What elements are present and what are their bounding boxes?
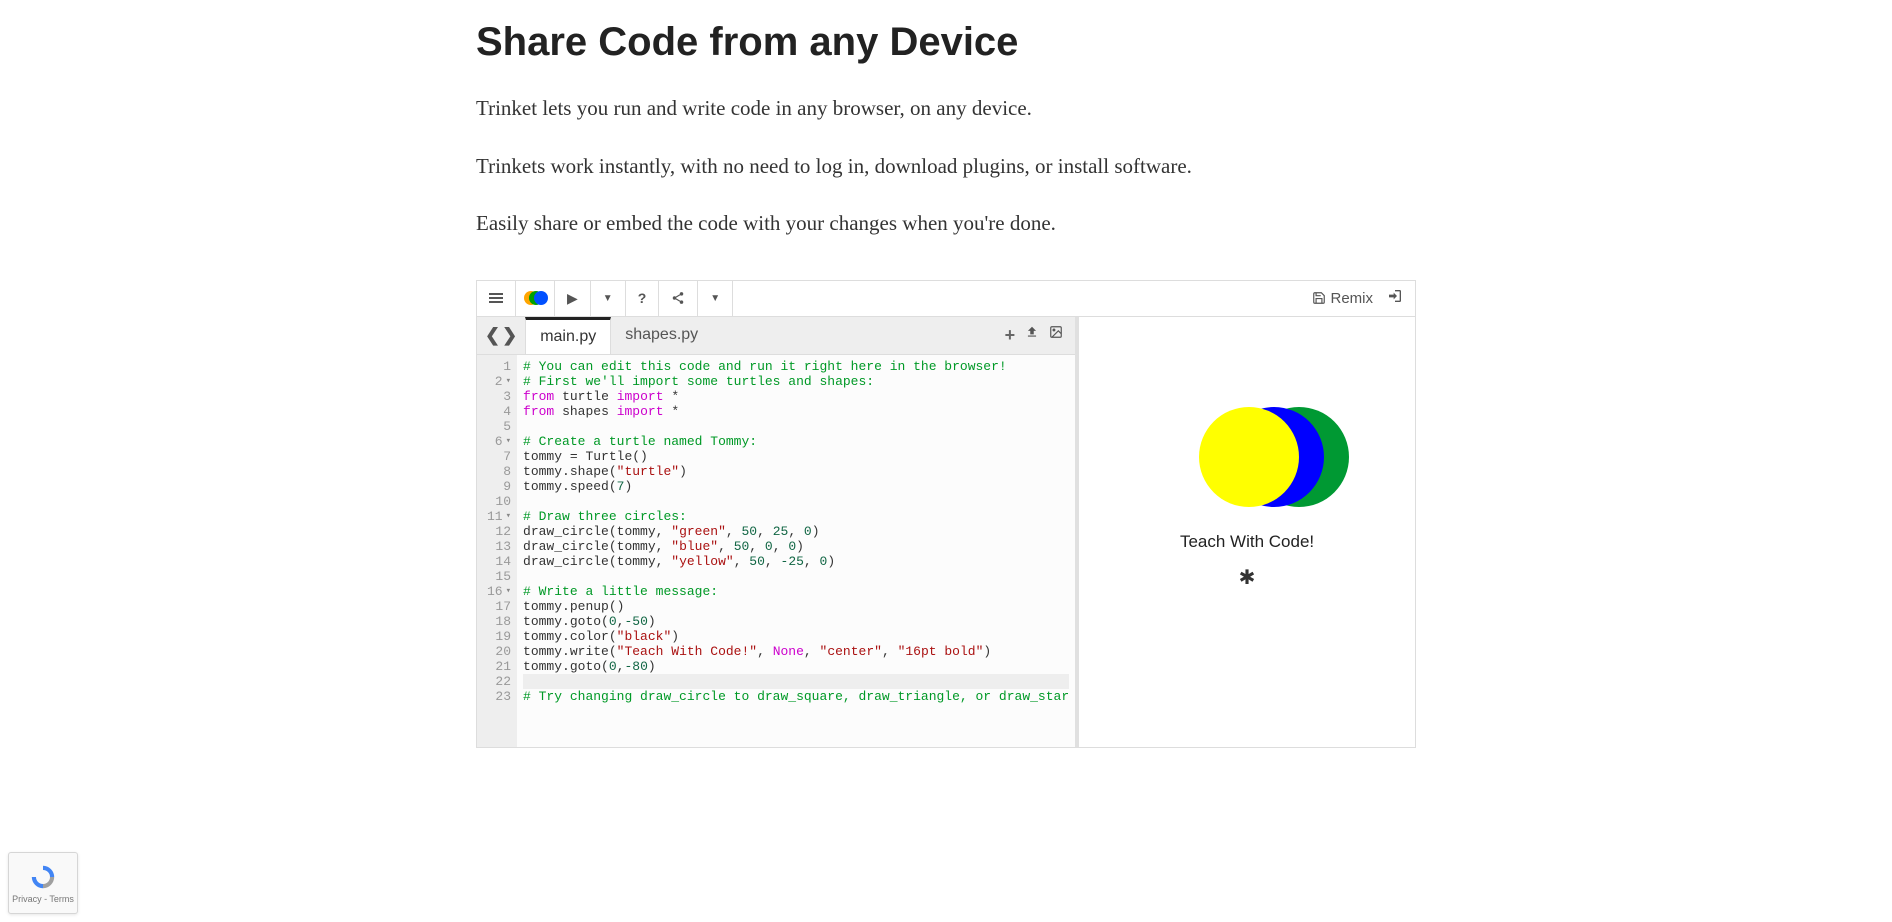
editor-pane: ❮ ❯ main.py shapes.py + xyxy=(477,317,1079,747)
code-line[interactable]: tommy.speed(7) xyxy=(523,479,1069,494)
gutter-line: 16▾ xyxy=(487,584,511,599)
output-message: Teach With Code! xyxy=(1079,532,1415,552)
gutter-line: 6▾ xyxy=(487,434,511,449)
intro-line-2: Trinkets work instantly, with no need to… xyxy=(476,151,1416,183)
code-line[interactable] xyxy=(523,674,1069,689)
output-circle-yellow xyxy=(1199,407,1299,507)
share-dropdown-button[interactable]: ▼ xyxy=(698,281,733,316)
code-editor[interactable]: 12▾3456▾7891011▾1213141516▾1718192021222… xyxy=(477,355,1075,747)
code-line[interactable]: tommy.penup() xyxy=(523,599,1069,614)
trinket-logo[interactable] xyxy=(516,281,555,316)
tab-shapes-py[interactable]: shapes.py xyxy=(611,318,712,352)
intro-line-1: Trinket lets you run and write code in a… xyxy=(476,93,1416,125)
share-button[interactable] xyxy=(659,281,698,316)
gutter-line: 21 xyxy=(487,659,511,674)
code-line[interactable]: draw_circle(tommy, "blue", 50, 0, 0) xyxy=(523,539,1069,554)
code-line[interactable]: # First we'll import some turtles and sh… xyxy=(523,374,1069,389)
play-icon: ▶ xyxy=(567,290,578,307)
remix-label: Remix xyxy=(1330,290,1373,307)
logo-icon xyxy=(524,289,546,307)
share-icon xyxy=(671,291,685,305)
gutter-line: 19 xyxy=(487,629,511,644)
gutter-line: 5 xyxy=(487,419,511,434)
code-line[interactable]: tommy.write("Teach With Code!", None, "c… xyxy=(523,644,1069,659)
code-line[interactable]: # Draw three circles: xyxy=(523,509,1069,524)
add-file-button[interactable]: + xyxy=(1005,325,1016,346)
caret-down-icon: ▼ xyxy=(603,293,613,304)
recaptcha-badge[interactable]: Privacy - Terms xyxy=(8,852,78,914)
code-line[interactable]: tommy.goto(0,-50) xyxy=(523,614,1069,629)
toolbar: ▶ ▼ ? ▼ Remix xyxy=(477,281,1415,317)
gutter-line: 8 xyxy=(487,464,511,479)
code-line[interactable]: from shapes import * xyxy=(523,404,1069,419)
recaptcha-links[interactable]: Privacy - Terms xyxy=(12,894,74,904)
tab-main-py[interactable]: main.py xyxy=(525,317,611,354)
code-line[interactable]: draw_circle(tommy, "yellow", 50, -25, 0) xyxy=(523,554,1069,569)
login-button[interactable] xyxy=(1387,288,1403,308)
upload-icon xyxy=(1025,325,1039,339)
image-library-button[interactable] xyxy=(1049,325,1063,346)
hamburger-icon xyxy=(489,291,503,305)
gutter-line: 9 xyxy=(487,479,511,494)
output-pane: Teach With Code! ✱ xyxy=(1079,317,1415,747)
code-line[interactable]: tommy.shape("turtle") xyxy=(523,464,1069,479)
save-icon xyxy=(1312,291,1326,305)
code-line[interactable]: # Create a turtle named Tommy: xyxy=(523,434,1069,449)
gutter-line: 13 xyxy=(487,539,511,554)
code-line[interactable]: # You can edit this code and run it righ… xyxy=(523,359,1069,374)
run-button[interactable]: ▶ xyxy=(555,281,591,316)
remix-button[interactable]: Remix xyxy=(1312,290,1373,307)
code-line[interactable] xyxy=(523,494,1069,509)
gutter-line: 2▾ xyxy=(487,374,511,389)
recaptcha-icon xyxy=(28,862,58,892)
tab-nav-next[interactable]: ❯ xyxy=(502,325,517,346)
trinket-embed: ▶ ▼ ? ▼ Remix xyxy=(476,280,1416,748)
gutter-line: 15 xyxy=(487,569,511,584)
code-line[interactable]: # Write a little message: xyxy=(523,584,1069,599)
code-line[interactable]: tommy.color("black") xyxy=(523,629,1069,644)
gutter-line: 20 xyxy=(487,644,511,659)
gutter-line: 7 xyxy=(487,449,511,464)
gutter-line: 1 xyxy=(487,359,511,374)
login-icon xyxy=(1387,288,1403,304)
run-dropdown-button[interactable]: ▼ xyxy=(591,281,626,316)
gutter-line: 10 xyxy=(487,494,511,509)
upload-file-button[interactable] xyxy=(1025,325,1039,346)
tab-row: ❮ ❯ main.py shapes.py + xyxy=(477,317,1075,355)
caret-down-icon: ▼ xyxy=(710,293,720,304)
question-icon: ? xyxy=(638,290,647,306)
tab-nav-prev[interactable]: ❮ xyxy=(485,325,500,346)
gutter-line: 3 xyxy=(487,389,511,404)
gutter-line: 18 xyxy=(487,614,511,629)
help-button[interactable]: ? xyxy=(626,281,660,316)
gutter-line: 22 xyxy=(487,674,511,689)
code-line[interactable]: from turtle import * xyxy=(523,389,1069,404)
image-icon xyxy=(1049,325,1063,339)
code-line[interactable] xyxy=(523,569,1069,584)
gutter-line: 12 xyxy=(487,524,511,539)
page-title: Share Code from any Device xyxy=(476,20,1416,65)
code-line[interactable]: # Try changing draw_circle to draw_squar… xyxy=(523,689,1069,704)
intro-line-3: Easily share or embed the code with your… xyxy=(476,208,1416,240)
code-line[interactable]: tommy = Turtle() xyxy=(523,449,1069,464)
gutter-line: 17 xyxy=(487,599,511,614)
menu-button[interactable] xyxy=(477,281,516,316)
code-line[interactable]: tommy.goto(0,-80) xyxy=(523,659,1069,674)
code-line[interactable] xyxy=(523,419,1069,434)
gutter-line: 11▾ xyxy=(487,509,511,524)
gutter-line: 14 xyxy=(487,554,511,569)
code-line[interactable]: draw_circle(tommy, "green", 50, 25, 0) xyxy=(523,524,1069,539)
turtle-icon: ✱ xyxy=(1079,565,1415,590)
gutter-line: 23 xyxy=(487,689,511,704)
gutter-line: 4 xyxy=(487,404,511,419)
